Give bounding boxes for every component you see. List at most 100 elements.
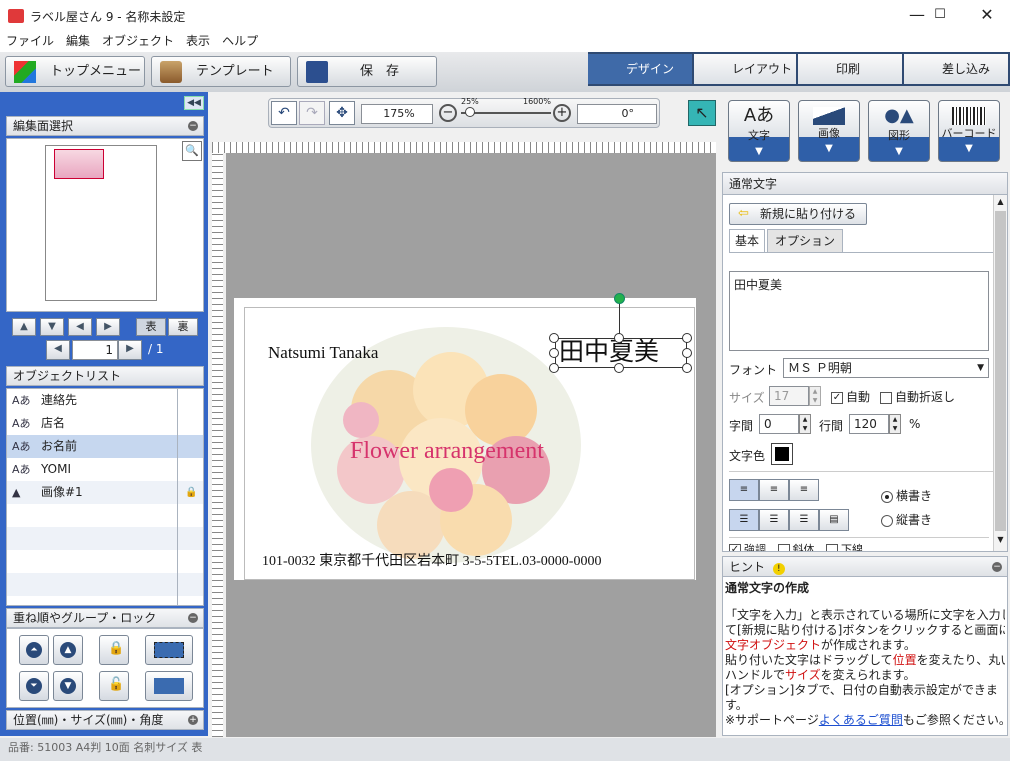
rotation-select[interactable]: 0° [577,104,657,124]
top-menu-button[interactable]: トップメニュー [5,56,145,87]
collapse-icon[interactable]: − [188,613,198,623]
nav-up-button[interactable]: ▲ [12,318,36,336]
unlock-button[interactable]: 🔓 [99,671,129,701]
align-top-button[interactable]: ≡ [729,479,759,501]
bring-to-front-button[interactable]: ⏶ [19,635,49,665]
expand-icon[interactable]: + [188,715,198,725]
bring-forward-button[interactable]: ▲ [53,635,83,665]
template-button[interactable]: テンプレート [151,56,291,87]
scroll-thumb[interactable] [995,211,1006,531]
menu-edit[interactable]: 編集 [60,32,96,50]
scroll-down-icon[interactable]: ▼ [994,533,1007,547]
next-page-button[interactable]: ▶ [118,340,142,360]
resize-handle[interactable] [682,348,692,358]
redo-button[interactable]: ↷ [299,101,325,125]
close-button[interactable]: ✕ [964,0,1010,32]
align-middle-button[interactable]: ≡ [759,479,789,501]
tab-print[interactable]: 印刷 [798,54,902,84]
ungroup-button[interactable] [145,671,193,701]
vertical-radio[interactable]: 縦書き [881,511,932,528]
preview-zoom-icon[interactable]: 🔍 [182,141,202,161]
resize-handle[interactable] [549,348,559,358]
select-tool-icon[interactable]: ↖ [688,100,716,126]
menu-help[interactable]: ヘルプ [216,32,264,50]
align-left-button[interactable]: ☰ [729,509,759,531]
list-item[interactable]: Aあ YOMI [7,458,203,481]
save-button[interactable]: 保 存 [297,56,437,87]
align-right-button[interactable]: ☰ [789,509,819,531]
bold-checkbox[interactable]: ✓ 強調 [729,543,766,551]
collapse-icon[interactable]: − [992,562,1002,572]
zoom-out-icon[interactable]: − [439,104,457,122]
char-spacing-stepper[interactable]: ▲ ▼ [799,414,811,434]
list-item-selected[interactable]: Aあ お名前 [7,435,203,458]
add-barcode-button[interactable]: バーコード ▼ [938,100,1000,162]
back-side-button[interactable]: 裏 [168,318,198,336]
scroll-up-icon[interactable]: ▲ [994,195,1007,209]
zoom-select[interactable]: 175% [361,104,433,124]
font-select[interactable]: ＭＳ Ｐ明朝 ▼ [783,358,989,378]
resize-handle[interactable] [614,333,624,343]
underline-checkbox[interactable]: 下線 [826,543,863,551]
auto-size-checkbox[interactable]: ✓ 自動 [831,388,870,405]
maximize-button[interactable]: ☐ [918,0,962,32]
page-number-input[interactable]: 1 [72,340,118,360]
zoom-in-icon[interactable]: + [553,104,571,122]
nav-down-button[interactable]: ▼ [40,318,64,336]
nav-right-button[interactable]: ▶ [96,318,120,336]
wrap-checkbox[interactable]: 自動折返し [880,388,955,405]
add-shape-button[interactable]: ●▲ 図形 ▼ [868,100,930,162]
list-item[interactable]: Aあ 店名 [7,412,203,435]
add-text-button[interactable]: Aあ 文字 ▼ [728,100,790,162]
menu-object[interactable]: オブジェクト [96,32,180,50]
selected-label-thumb[interactable] [54,149,104,179]
tab-basic[interactable]: 基本 [729,229,765,253]
zoom-slider-thumb[interactable] [465,107,475,117]
resize-handle[interactable] [682,363,692,373]
send-to-back-button[interactable]: ⏷ [19,671,49,701]
paste-new-button[interactable]: ⇦ 新規に貼り付ける [729,203,867,225]
resize-handle[interactable] [549,333,559,343]
tab-layout[interactable]: レイアウト [694,54,796,84]
undo-button[interactable]: ↶ [271,101,297,125]
tab-option[interactable]: オプション [767,229,843,253]
list-item[interactable]: Aあ 連絡先 [7,389,203,412]
horizontal-radio[interactable]: 横書き [881,487,932,504]
send-backward-button[interactable]: ▼ [53,671,83,701]
faq-link[interactable]: よくあるご質問 [819,713,903,727]
rotate-handle[interactable] [614,293,625,304]
group-button[interactable] [145,635,193,665]
align-center-button[interactable]: ☰ [759,509,789,531]
italic-checkbox[interactable]: 斜体 [777,543,815,551]
fit-view-icon[interactable]: ✥ [329,101,355,125]
list-item[interactable]: ▲ 画像#1 🔒 [7,481,203,504]
nav-left-button[interactable]: ◀ [68,318,92,336]
name-english[interactable]: Natsumi Tanaka [268,343,378,363]
line-spacing-stepper[interactable]: ▲ ▼ [889,414,901,434]
collapse-icon[interactable]: − [188,121,198,131]
size-stepper[interactable]: ▲ ▼ [809,386,821,406]
address-text[interactable]: 101-0032 東京都千代田区岩本町 3-5-5TEL.03-0000-000… [262,550,601,570]
align-bottom-button[interactable]: ≡ [789,479,819,501]
properties-scrollbar[interactable]: ▲ ▼ [993,195,1007,551]
tagline-text[interactable]: Flower arrangement [350,438,544,465]
line-spacing-input[interactable]: 120 [849,414,889,434]
tab-merge[interactable]: 差し込み [904,54,1008,84]
text-color-swatch[interactable] [771,443,793,465]
char-spacing-input[interactable]: 0 [759,414,799,434]
align-justify-button[interactable]: ▤ [819,509,849,531]
menu-view[interactable]: 表示 [180,32,216,50]
resize-handle[interactable] [682,333,692,343]
size-input[interactable]: 17 [769,386,809,406]
text-content-input[interactable]: 田中夏美 [729,271,989,351]
prev-page-button[interactable]: ◀ [46,340,70,360]
add-image-button[interactable]: 画像 ▼ [798,100,860,162]
menu-file[interactable]: ファイル [0,32,60,50]
tab-design[interactable]: デザイン [588,54,692,84]
front-side-button[interactable]: 表 [136,318,166,336]
resize-handle[interactable] [549,363,559,373]
sheet-thumbnail[interactable] [45,145,157,301]
collapse-panel-button[interactable]: ◀◀ [184,96,204,110]
resize-handle[interactable] [614,363,624,373]
lock-button[interactable]: 🔒 [99,635,129,665]
